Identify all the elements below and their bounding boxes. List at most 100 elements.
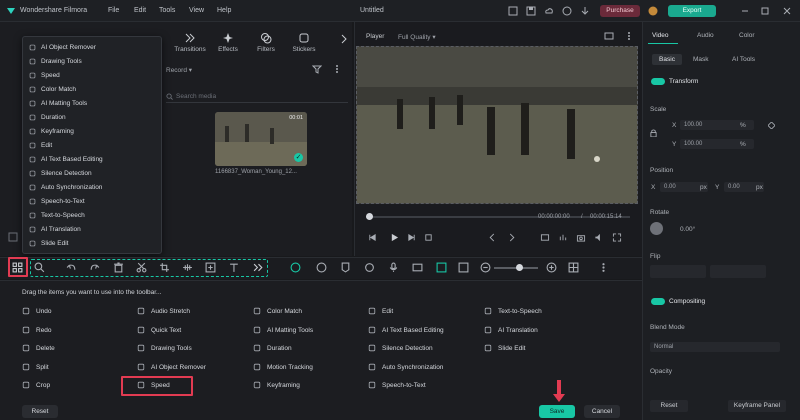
tool-item-edit[interactable]: Edit [368, 305, 393, 317]
record-dropdown[interactable]: Record ▾ [166, 66, 192, 74]
keyframe-panel-button[interactable]: Keyframe Panel [728, 400, 786, 412]
export-button[interactable]: Export [668, 5, 716, 17]
subtitle-icon[interactable] [412, 262, 423, 273]
tool-item-auto-synchronization[interactable]: Auto Synchronization [368, 361, 443, 373]
tool-item-split[interactable]: Split [22, 361, 49, 373]
tab-effects[interactable]: Effects [210, 46, 246, 53]
tab-transitions[interactable]: Transitions [172, 46, 208, 53]
flip-horizontal-button[interactable] [650, 265, 706, 278]
layout-icon[interactable] [508, 6, 518, 16]
support-icon[interactable] [562, 6, 572, 16]
dropdown-item-speech-to-text[interactable]: Speech-to-Text [29, 195, 85, 208]
toolbar-more-icon[interactable] [598, 262, 609, 273]
render-icon[interactable] [316, 262, 327, 273]
tool-item-speech-to-text[interactable]: Speech-to-Text [368, 379, 426, 391]
tool-item-crop[interactable]: Crop [22, 379, 50, 391]
audio-meter-icon[interactable] [558, 233, 568, 242]
tool-item-delete[interactable]: Delete [22, 342, 55, 354]
redo-icon[interactable] [89, 262, 100, 273]
next-frame-icon[interactable] [407, 233, 416, 242]
snap-icon[interactable] [436, 262, 447, 273]
compositing-toggle[interactable] [651, 298, 665, 305]
link-icon[interactable] [458, 262, 469, 273]
tool-item-undo[interactable]: Undo [22, 305, 52, 317]
more-options-icon[interactable] [624, 31, 634, 41]
minimize-icon[interactable] [740, 6, 750, 16]
tool-item-silence-detection[interactable]: Silence Detection [368, 342, 433, 354]
subtab-basic[interactable]: Basic [652, 54, 682, 65]
zoom-slider-handle[interactable] [516, 264, 523, 271]
tab-stickers[interactable]: Stickers [286, 46, 322, 53]
search-input[interactable]: Search media [166, 90, 348, 103]
panel-reset-button[interactable]: Reset [650, 400, 688, 412]
download-icon[interactable] [580, 6, 590, 16]
dropdown-item-ai-translation[interactable]: AI Translation [29, 223, 81, 236]
dropdown-item-text-to-speech[interactable]: Text-to-Speech [29, 209, 85, 222]
tab-filters[interactable]: Filters [248, 46, 284, 53]
dropdown-item-ai-matting-tools[interactable]: AI Matting Tools [29, 97, 87, 110]
chevron-right-icon[interactable] [340, 34, 348, 44]
tool-item-motion-tracking[interactable]: Motion Tracking [253, 361, 313, 373]
prev-frame-icon[interactable] [368, 233, 377, 242]
tool-item-speed[interactable]: Speed [137, 379, 170, 391]
more-icon[interactable] [332, 64, 342, 74]
dropdown-item-ai-text-based-editing[interactable]: AI Text Based Editing [29, 153, 103, 166]
tool-item-ai-translation[interactable]: AI Translation [484, 324, 538, 336]
rotate-dial[interactable] [650, 222, 663, 235]
close-icon[interactable] [782, 6, 792, 16]
tool-item-slide-edit[interactable]: Slide Edit [484, 342, 525, 354]
subtab-ai-tools[interactable]: AI Tools [732, 56, 755, 63]
dropdown-item-auto-synchronization[interactable]: Auto Synchronization [29, 181, 102, 194]
camera-icon[interactable] [576, 233, 586, 242]
microphone-icon[interactable] [388, 262, 399, 273]
quality-dropdown[interactable]: Full Quality ▾ [398, 33, 436, 41]
tool-item-keyframing[interactable]: Keyframing [253, 379, 300, 391]
tool-item-ai-object-remover[interactable]: AI Object Remover [137, 361, 206, 373]
dropdown-item-ai-object-remover[interactable]: AI Object Remover [29, 41, 96, 54]
menu-edit[interactable]: Edit [134, 7, 146, 14]
undo-icon[interactable] [66, 262, 77, 273]
playhead-handle[interactable] [366, 213, 373, 220]
tool-item-drawing-tools[interactable]: Drawing Tools [137, 342, 192, 354]
flip-vertical-button[interactable] [710, 265, 766, 278]
play-icon[interactable] [390, 233, 399, 242]
tool-item-ai-text-based-editing[interactable]: AI Text Based Editing [368, 324, 444, 336]
avatar[interactable] [648, 6, 658, 16]
save-project-icon[interactable] [526, 6, 536, 16]
tab-video[interactable]: Video [652, 32, 669, 39]
subtab-mask[interactable]: Mask [693, 56, 709, 63]
dropdown-item-keyframing[interactable]: Keyframing [29, 125, 74, 138]
crop-icon[interactable] [159, 262, 170, 273]
menu-view[interactable]: View [189, 7, 204, 14]
media-thumbnail[interactable]: 00:01 ✓ [215, 112, 307, 166]
reset-button[interactable]: Reset [22, 405, 58, 418]
tool-item-quick-text[interactable]: Quick Text [137, 324, 181, 336]
tool-item-color-match[interactable]: Color Match [253, 305, 302, 317]
cloud-icon[interactable] [544, 6, 554, 16]
lock-icon[interactable] [650, 129, 657, 137]
zoom-in-icon[interactable] [546, 262, 557, 273]
delete-icon[interactable] [113, 262, 124, 273]
audio-stretch-icon[interactable] [182, 262, 193, 273]
volume-icon[interactable] [594, 233, 604, 242]
tool-item-redo[interactable]: Redo [22, 324, 52, 336]
zoom-out-icon[interactable] [480, 262, 491, 273]
blend-mode-select[interactable]: Normal [650, 342, 780, 352]
purchase-button[interactable]: Purchase [600, 5, 640, 17]
tab-color[interactable]: Color [739, 32, 755, 39]
dropdown-item-duration[interactable]: Duration [29, 111, 66, 124]
tool-item-duration[interactable]: Duration [253, 342, 292, 354]
more-tools-icon[interactable] [253, 262, 264, 273]
marker-icon[interactable] [340, 262, 351, 273]
tool-item-ai-matting-tools[interactable]: AI Matting Tools [253, 324, 313, 336]
auto-highlight-icon[interactable] [290, 262, 301, 273]
menu-tools[interactable]: Tools [159, 7, 175, 14]
dropdown-item-silence-detection[interactable]: Silence Detection [29, 167, 92, 180]
stop-icon[interactable] [424, 233, 433, 242]
video-preview[interactable] [356, 46, 638, 204]
dropdown-item-color-match[interactable]: Color Match [29, 83, 76, 96]
display-icon[interactable] [540, 233, 550, 242]
menu-help[interactable]: Help [217, 7, 231, 14]
cancel-button[interactable]: Cancel [584, 405, 620, 418]
quick-text-icon[interactable] [229, 262, 240, 273]
